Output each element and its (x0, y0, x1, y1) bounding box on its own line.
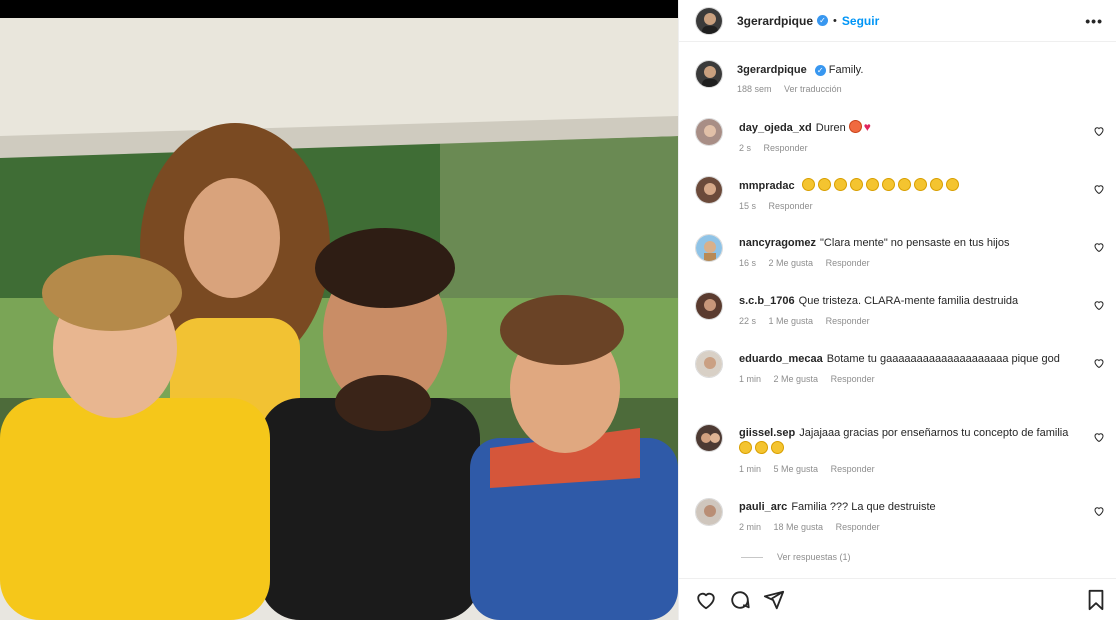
laughing-faces-icon (801, 178, 962, 192)
follow-button[interactable]: Seguir (842, 14, 879, 28)
comment-text: Duren (815, 122, 846, 134)
comment-time: 16 s (739, 258, 757, 268)
avatar[interactable] (695, 60, 723, 88)
comment-username[interactable]: nancyragomez (739, 237, 816, 249)
comment-text: Jajajaaa gracias por enseñarnos tu conce… (799, 427, 1069, 439)
comment-likes[interactable]: 2 Me gusta (769, 258, 814, 268)
avatar[interactable] (695, 292, 723, 320)
paper-plane-icon[interactable] (763, 589, 785, 611)
post-actions-bar (679, 578, 1116, 620)
heart-emoji-icon: ♥ (863, 120, 871, 134)
comment-likes[interactable]: 1 Me gusta (769, 316, 814, 326)
caption-time: 188 sem (737, 84, 772, 94)
comment-text: "Clara mente" no pensaste en tus hijos (820, 237, 1010, 249)
family-photo (0, 18, 678, 620)
bookmark-icon[interactable] (1085, 589, 1107, 611)
comment-time: 15 s (739, 201, 757, 211)
comment-time: 1 min (739, 464, 762, 474)
comment-time: 1 min (739, 374, 762, 384)
post-side-panel: 3gerardpique ✓ • Seguir ••• 3gerardpique… (678, 0, 1116, 620)
reply-link[interactable]: Responder (831, 374, 875, 384)
comment-item: giissel.sep Jajajaaa gracias por enseñarn… (695, 424, 1105, 474)
avatar[interactable] (695, 498, 723, 526)
avatar[interactable] (695, 424, 723, 452)
comment-username[interactable]: s.c.b_1706 (739, 295, 795, 307)
verified-badge-icon: ✓ (814, 64, 826, 76)
comment-item: eduardo_mecaa Botame tu gaaaaaaaaaaaaaaaa… (695, 350, 1105, 384)
comment-likes[interactable]: 2 Me gusta (774, 374, 819, 384)
comment-text: Familia ??? La que destruiste (791, 501, 936, 513)
comment-username[interactable]: day_ojeda_xd (739, 122, 812, 134)
like-comment-icon[interactable] (1093, 241, 1105, 253)
replies-divider (741, 556, 763, 558)
author-username[interactable]: 3gerardpique (737, 14, 813, 28)
reply-link[interactable]: Responder (836, 522, 880, 532)
comment-username[interactable]: pauli_arc (739, 501, 787, 513)
avatar[interactable] (695, 118, 723, 146)
comment-time: 2 s (739, 143, 752, 153)
like-comment-icon[interactable] (1093, 357, 1105, 369)
reply-link[interactable]: Responder (764, 143, 808, 153)
separator-dot: • (833, 14, 837, 27)
like-comment-icon[interactable] (1093, 431, 1105, 443)
comment-time: 2 min (739, 522, 762, 532)
comment-item: s.c.b_1706 Que tristeza. CLARA-mente fami… (695, 292, 1105, 326)
comment-item: nancyragomez "Clara mente" no pensaste en… (695, 234, 1105, 268)
avatar[interactable] (695, 176, 723, 204)
post-photo-pane (0, 0, 678, 620)
comment-username[interactable]: eduardo_mecaa (739, 353, 823, 365)
heart-icon[interactable] (695, 589, 717, 611)
verified-badge-icon: ✓ (817, 15, 829, 26)
avatar[interactable] (695, 350, 723, 378)
like-comment-icon[interactable] (1093, 299, 1105, 311)
translate-link[interactable]: Ver traducción (784, 84, 842, 94)
comment-username[interactable]: mmpradac (739, 180, 795, 192)
like-comment-icon[interactable] (1093, 125, 1105, 137)
caption-username[interactable]: 3gerardpique (737, 64, 807, 76)
post-header: 3gerardpique ✓ • Seguir ••• (679, 0, 1116, 42)
avatar[interactable] (695, 234, 723, 262)
comment-text: Botame tu gaaaaaaaaaaaaaaaaaaaa pique go… (826, 353, 1060, 365)
flushed-face-icon (848, 120, 862, 133)
view-replies-label: Ver respuestas (1) (777, 552, 851, 562)
comment-item: mmpradac 15 s Responder (695, 176, 1105, 211)
reply-link[interactable]: Responder (831, 464, 875, 474)
like-comment-icon[interactable] (1093, 505, 1105, 517)
comment-likes[interactable]: 18 Me gusta (774, 522, 824, 532)
post-caption: 3gerardpique ✓ Family. 188 sem Ver traduc… (695, 60, 1095, 94)
comment-icon[interactable] (729, 589, 751, 611)
comment-time: 22 s (739, 316, 757, 326)
more-options-icon[interactable]: ••• (1085, 13, 1103, 29)
view-replies-link[interactable]: Ver respuestas (1) (741, 552, 851, 562)
reply-link[interactable]: Responder (826, 258, 870, 268)
comment-username[interactable]: giissel.sep (739, 427, 795, 439)
comment-item: pauli_arc Familia ??? La que destruiste 2… (695, 498, 1105, 532)
reply-link[interactable]: Responder (826, 316, 870, 326)
caption-text: Family. (828, 64, 864, 76)
reply-link[interactable]: Responder (769, 201, 813, 211)
comment-text: Que tristeza. CLARA-mente familia destru… (798, 295, 1019, 307)
laughing-faces-icon (739, 441, 787, 455)
comment-likes[interactable]: 5 Me gusta (774, 464, 819, 474)
avatar[interactable] (695, 6, 723, 35)
like-comment-icon[interactable] (1093, 183, 1105, 195)
comment-item: day_ojeda_xd Duren ♥ 2 s Responder (695, 118, 1105, 153)
